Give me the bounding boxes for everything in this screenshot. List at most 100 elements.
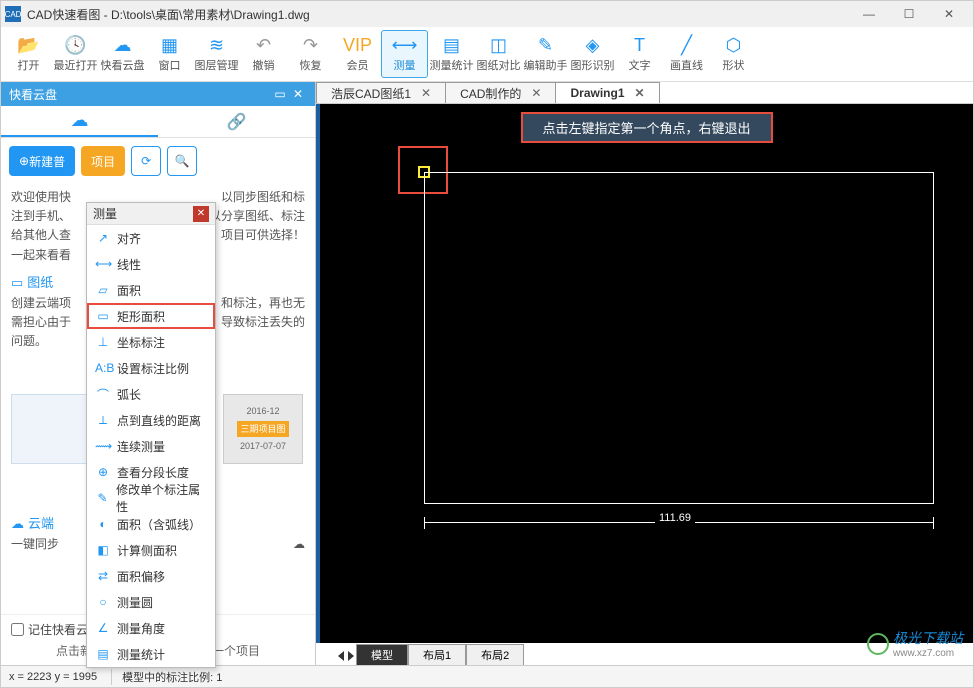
toolbar-窗口[interactable]: ▦窗口 [146,30,193,78]
toolbar-label: 最近打开 [54,57,98,73]
measure-item-面积[interactable]: ▱面积 [87,277,215,303]
measure-item-label: 坐标标注 [117,334,165,351]
measure-item-连续测量[interactable]: ⟿连续测量 [87,433,215,459]
measure-item-icon: ∠ [95,621,111,635]
measure-dropdown: 测量 ✕ ↗对齐⟷线性▱面积▭矩形面积⊥坐标标注A:B设置标注比例⌒弧长⟂点到直… [86,202,216,668]
tab-scroll-right[interactable] [348,651,354,661]
toolbar-画直线[interactable]: ╱画直线 [663,30,710,78]
toolbar-测量[interactable]: ⟷测量 [381,30,428,78]
maximize-button[interactable]: ☐ [889,1,929,27]
measure-item-设置标注比例[interactable]: A:B设置标注比例 [87,355,215,381]
project-button[interactable]: 项目 [81,146,125,176]
toolbar-最近打开[interactable]: 🕓最近打开 [52,30,99,78]
measure-item-测量角度[interactable]: ∠测量角度 [87,615,215,641]
measure-item-icon: ◐ [95,517,111,531]
measure-item-修改单个标注属性[interactable]: ✎修改单个标注属性 [87,485,215,511]
toolbar-label: 测量统计 [430,57,474,73]
new-project-button[interactable]: ⊕ 新建普 [9,146,75,176]
toolbar-文字[interactable]: T文字 [616,30,663,78]
toolbar-撤销[interactable]: ↶撤销 [240,30,287,78]
measure-item-icon: ⟿ [95,439,111,453]
toolbar-label: 图层管理 [195,57,239,73]
panel-close-button[interactable]: ✕ [289,87,307,101]
toolbar-图形识别[interactable]: ◈图形识别 [569,30,616,78]
撤销-icon: ↶ [256,35,271,56]
toolbar-图层管理[interactable]: ≋图层管理 [193,30,240,78]
窗口-icon: ▦ [161,35,178,56]
measure-item-坐标标注[interactable]: ⊥坐标标注 [87,329,215,355]
measure-item-icon: ⟷ [95,257,111,271]
toolbar-打开[interactable]: 📂打开 [5,30,52,78]
panel-header: 快看云盘 ▭ ✕ [1,82,315,106]
doc-tab-close[interactable]: ✕ [421,86,431,100]
toolbar-label: 会员 [347,57,369,73]
dropdown-close-button[interactable]: ✕ [193,206,209,222]
measure-item-对齐[interactable]: ↗对齐 [87,225,215,251]
welcome-text-4: 一起来看看 [11,246,71,265]
toolbar-图纸对比[interactable]: ◫图纸对比 [475,30,522,78]
doc-tab-CAD制作的[interactable]: CAD制作的✕ [445,82,556,103]
layout-tab-布局1[interactable]: 布局1 [408,644,466,665]
drawn-rectangle [424,172,934,504]
new-project-label: 新建普 [29,153,65,170]
会员-icon: VIP [343,35,372,56]
drawing-canvas[interactable]: 点击左键指定第一个角点，右键退出 111.69 [316,104,973,643]
measure-item-弧长[interactable]: ⌒弧长 [87,381,215,407]
measure-item-面积偏移[interactable]: ⇄面积偏移 [87,563,215,589]
status-coords: x = 2223 y = 1995 [9,671,97,683]
panel-pin-button[interactable]: ▭ [271,87,289,101]
drawing-icon: ▭ [11,273,23,294]
measure-item-icon: ▭ [95,309,111,323]
measure-item-label: 面积 [117,282,141,299]
measure-item-icon: ⇄ [95,569,111,583]
section-drawings-body-l: 创建云端项 需担心由于 问题。 [11,294,71,352]
refresh-button[interactable]: ⟳ [131,146,161,176]
cloud-icon-2: ☁ [11,514,24,535]
measure-item-icon: ⌒ [95,386,111,403]
doc-tab-close[interactable]: ✕ [531,86,541,100]
doc-tab-close[interactable]: ✕ [635,86,645,100]
toolbar-会员[interactable]: VIP会员 [334,30,381,78]
remember-checkbox[interactable] [11,623,24,636]
tab-cloud[interactable]: ☁ [1,107,158,137]
doc-tab-Drawing1[interactable]: Drawing1✕ [555,82,659,103]
toolbar-测量统计[interactable]: ▤测量统计 [428,30,475,78]
layout-tab-布局2[interactable]: 布局2 [466,644,524,665]
minimize-button[interactable]: — [849,1,889,27]
layout-tab-模型[interactable]: 模型 [356,644,408,665]
measure-item-点到直线的距离[interactable]: ⟂点到直线的距离 [87,407,215,433]
toolbar-编辑助手[interactable]: ✎编辑助手 [522,30,569,78]
toolbar-恢复[interactable]: ↷恢复 [287,30,334,78]
toolbar-形状[interactable]: ⬡形状 [710,30,757,78]
close-button[interactable]: ✕ [929,1,969,27]
measure-item-icon: A:B [95,361,111,375]
measure-item-测量统计[interactable]: ▤测量统计 [87,641,215,667]
measure-item-矩形面积[interactable]: ▭矩形面积 [87,303,215,329]
文字-icon: T [634,35,645,56]
tab-link[interactable]: 🔗 [158,107,315,137]
doc-tab-浩辰CAD图纸1[interactable]: 浩辰CAD图纸1✕ [316,82,446,103]
cloud-icon: ☁ [71,110,89,131]
measure-item-线性[interactable]: ⟷线性 [87,251,215,277]
toolbar-label: 图纸对比 [477,57,521,73]
canvas-tooltip: 点击左键指定第一个角点，右键退出 [520,112,772,143]
measure-item-label: 测量圆 [117,594,153,611]
最近打开-icon: 🕓 [64,35,86,56]
window-title: CAD快速看图 - D:\tools\桌面\常用素材\Drawing1.dwg [27,6,310,23]
measure-item-测量圆[interactable]: ○测量圆 [87,589,215,615]
toolbar-快看云盘[interactable]: ☁快看云盘 [99,30,146,78]
编辑助手-icon: ✎ [538,35,553,56]
measure-item-label: 查看分段长度 [117,464,189,481]
toolbar-label: 打开 [18,57,40,73]
测量统计-icon: ▤ [443,35,460,56]
tab-scroll-left[interactable] [338,651,344,661]
形状-icon: ⬡ [726,35,742,56]
measure-item-面积（含弧线）[interactable]: ◐面积（含弧线） [87,511,215,537]
panel-title: 快看云盘 [9,86,57,103]
measure-item-计算侧面积[interactable]: ◧计算侧面积 [87,537,215,563]
link-icon: 🔗 [227,112,247,132]
thumb-left [11,394,91,464]
measure-item-icon: ▤ [95,647,111,661]
refresh-icon: ⟳ [141,154,151,168]
search-button[interactable]: 🔍 [167,146,197,176]
